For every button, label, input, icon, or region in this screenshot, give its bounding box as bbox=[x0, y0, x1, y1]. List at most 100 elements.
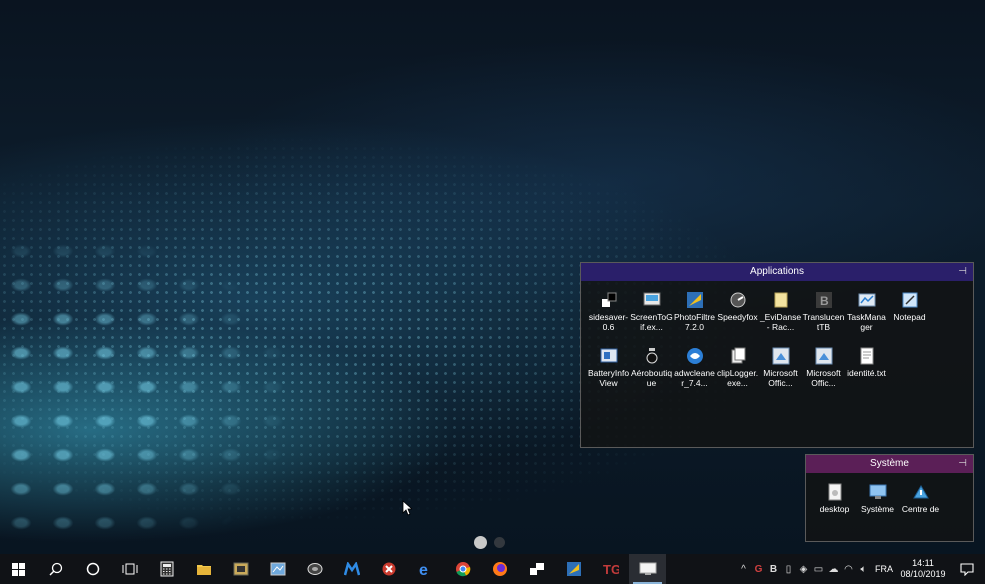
control-panel-icon bbox=[270, 562, 286, 576]
battery-icon[interactable]: ▭ bbox=[811, 564, 826, 575]
shortcut-label: Microsoft Offic... bbox=[806, 368, 841, 388]
language-indicator[interactable]: FRA bbox=[871, 564, 897, 574]
shortcut-label: desktop bbox=[819, 504, 850, 514]
svg-text:e: e bbox=[419, 562, 428, 577]
systeme-fence[interactable]: Système ⊣ desktop Système Centre de bbox=[805, 454, 974, 542]
shortcut-label: Système bbox=[860, 504, 895, 514]
cortana-icon bbox=[86, 562, 100, 576]
wallpaper-highlights bbox=[0, 200, 330, 540]
desktop-shortcut[interactable]: Speedyfox bbox=[716, 289, 759, 345]
clock-time: 14:11 bbox=[912, 558, 934, 568]
desktop-shortcut[interactable]: sidesaver-0.6 bbox=[587, 289, 630, 345]
desktop-shortcut[interactable]: clipLogger.exe... bbox=[716, 345, 759, 401]
search-button[interactable] bbox=[37, 554, 74, 584]
notification-icon bbox=[960, 562, 974, 576]
desktop-icon bbox=[639, 562, 657, 576]
page-dot[interactable] bbox=[494, 537, 505, 548]
speedyfox-icon bbox=[729, 291, 747, 309]
sidesaver-icon bbox=[529, 562, 545, 576]
applications-fence-items: sidesaver-0.6 ScreenToGif.ex... PhotoFiltr… bbox=[581, 281, 973, 401]
cloud-icon[interactable]: ☁ bbox=[826, 564, 841, 575]
aeroboutique-icon bbox=[643, 347, 661, 365]
tg-app[interactable]: TG bbox=[592, 554, 629, 584]
calculator-app[interactable] bbox=[148, 554, 185, 584]
text-file-icon bbox=[858, 347, 876, 365]
office-shortcut-icon bbox=[815, 347, 833, 365]
shortcut-label: adwcleaner_7.4... bbox=[674, 368, 715, 388]
desktop-shortcut[interactable]: desktop bbox=[813, 481, 856, 537]
photofiltre-icon bbox=[566, 561, 582, 577]
batteryinfoview-icon bbox=[600, 347, 618, 365]
notification-center-button[interactable] bbox=[949, 554, 985, 584]
desktop-shortcut[interactable]: Notepad bbox=[888, 289, 931, 345]
pin-icon[interactable]: ⊣ bbox=[958, 263, 967, 281]
screentogif-icon bbox=[643, 291, 661, 309]
shortcut-label: Microsoft Offic... bbox=[763, 368, 798, 388]
malwarebytes-app[interactable] bbox=[333, 554, 370, 584]
firefox-app[interactable] bbox=[481, 554, 518, 584]
page-dot-active[interactable] bbox=[474, 536, 487, 549]
photos-app[interactable] bbox=[222, 554, 259, 584]
shortcut-label: Speedyfox bbox=[717, 312, 758, 322]
desktop-shortcut[interactable]: TaskManager bbox=[845, 289, 888, 345]
desktop-shortcut[interactable]: BatteryInfoView bbox=[587, 345, 630, 401]
shortcut-label: sidesaver-0.6 bbox=[588, 312, 629, 332]
system-icon bbox=[869, 483, 887, 501]
edge-app[interactable]: e bbox=[407, 554, 444, 584]
usb-icon[interactable]: ▯ bbox=[781, 564, 796, 575]
malwarebytes-icon bbox=[343, 562, 360, 576]
shortcut-label: ScreenToGif.ex... bbox=[630, 312, 673, 332]
ccleaner-icon bbox=[381, 561, 397, 577]
shortcut-label: TaskManager bbox=[847, 312, 886, 332]
desktop-shortcut[interactable]: adwcleaner_7.4... bbox=[673, 345, 716, 401]
applications-fence-title: Applications bbox=[750, 266, 804, 277]
shortcut-label: BatteryInfoView bbox=[587, 368, 630, 388]
applications-fence[interactable]: Applications ⊣ sidesaver-0.6 ScreenToGif.… bbox=[580, 262, 974, 448]
start-button[interactable] bbox=[0, 554, 37, 584]
desktop-shortcut[interactable]: Aéroboutique bbox=[630, 345, 673, 401]
file-explorer-app[interactable] bbox=[185, 554, 222, 584]
office-shortcut-icon bbox=[772, 347, 790, 365]
tg-icon: TG bbox=[603, 561, 619, 577]
control-panel-app[interactable] bbox=[259, 554, 296, 584]
chevron-up-icon[interactable]: ^ bbox=[736, 564, 751, 575]
svg-text:TG: TG bbox=[603, 562, 619, 577]
systeme-fence-titlebar[interactable]: Système ⊣ bbox=[806, 455, 973, 473]
wifi-icon[interactable]: ◠ bbox=[841, 564, 856, 575]
speedyfox-app[interactable] bbox=[296, 554, 333, 584]
desktop-shortcut[interactable]: _EviDanse - Rac... bbox=[759, 289, 802, 345]
desktop-shortcut[interactable]: Microsoft Offic... bbox=[802, 345, 845, 401]
desktop-shortcut[interactable]: ScreenToGif.ex... bbox=[630, 289, 673, 345]
desktop-shortcut[interactable]: identité.txt bbox=[845, 345, 888, 401]
clock-date: 08/10/2019 bbox=[900, 569, 946, 579]
clock[interactable]: 14:11 08/10/2019 bbox=[897, 558, 949, 580]
shortcut-label: _EviDanse - Rac... bbox=[759, 312, 802, 332]
desktop-shortcut[interactable]: Système bbox=[856, 481, 899, 537]
cliplogger-icon bbox=[729, 347, 747, 365]
translucenttb-tray-icon[interactable]: B bbox=[766, 564, 781, 575]
desktop-shortcut[interactable]: PhotoFiltre 7.2.0 bbox=[673, 289, 716, 345]
cortana-button[interactable] bbox=[74, 554, 111, 584]
system-tray: ^ G B ▯ ◈ ▭ ☁ ◠ 🔈︎ FRA 14:11 08/10/2019 bbox=[736, 554, 985, 584]
desktop-shortcut[interactable]: Centre de bbox=[899, 481, 942, 537]
applications-fence-titlebar[interactable]: Applications ⊣ bbox=[581, 263, 973, 281]
edge-icon: e bbox=[418, 561, 434, 577]
volume-icon[interactable]: 🔈︎ bbox=[856, 564, 871, 575]
shortcut-label: Notepad bbox=[893, 312, 926, 322]
ccleaner-app[interactable] bbox=[370, 554, 407, 584]
desktop-file-icon bbox=[826, 483, 844, 501]
systeme-fence-items: desktop Système Centre de bbox=[806, 473, 973, 537]
pin-icon[interactable]: ⊣ bbox=[958, 455, 967, 473]
shield-icon[interactable]: ◈ bbox=[796, 564, 811, 575]
firefox-icon bbox=[492, 561, 508, 577]
desktop-app[interactable] bbox=[629, 554, 666, 584]
photofiltre-app[interactable] bbox=[555, 554, 592, 584]
sidesaver-app[interactable] bbox=[518, 554, 555, 584]
task-view-button[interactable] bbox=[111, 554, 148, 584]
desktop-shortcut[interactable]: Microsoft Offic... bbox=[759, 345, 802, 401]
chrome-app[interactable] bbox=[444, 554, 481, 584]
tray-app-icon[interactable]: G bbox=[751, 564, 766, 575]
desktop-shortcut[interactable]: B TranslucentTB bbox=[802, 289, 845, 345]
task-view-icon bbox=[122, 562, 138, 576]
photos-icon bbox=[233, 562, 249, 576]
